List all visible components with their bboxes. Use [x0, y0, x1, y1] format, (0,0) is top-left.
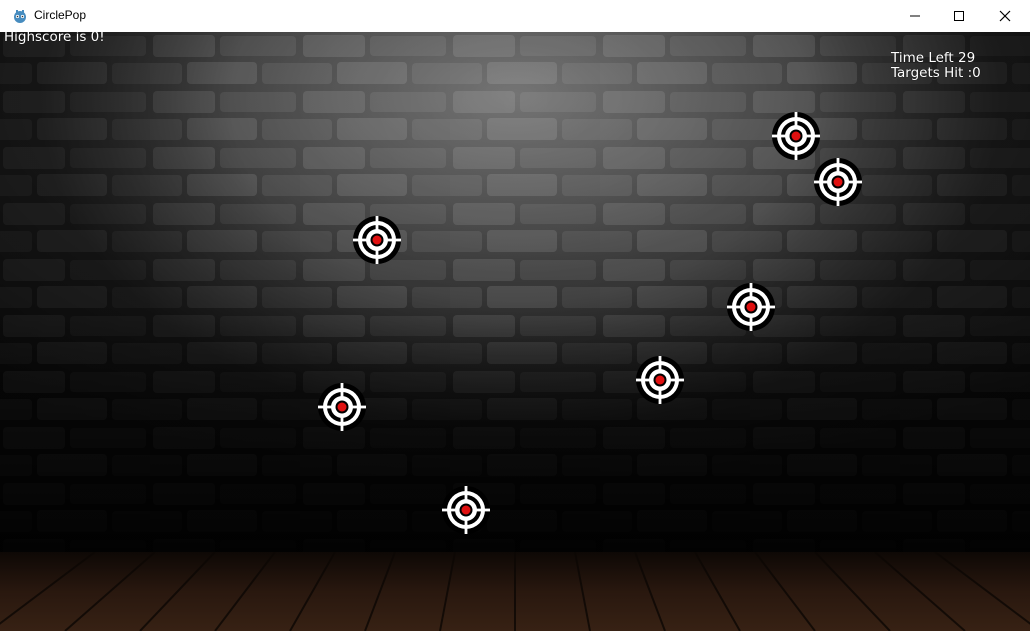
bullseye-target-icon — [772, 112, 820, 160]
targets-hit-label: Targets Hit :0 — [891, 65, 981, 81]
time-left-label: Time Left 29 — [891, 50, 976, 66]
game-window: CirclePop Highscore is 0! Time Left 29 T… — [0, 0, 1030, 631]
target-1[interactable] — [771, 111, 821, 161]
target-4[interactable] — [726, 282, 776, 332]
godot-icon — [12, 8, 28, 24]
target-7[interactable] — [441, 485, 491, 535]
bullseye-target-icon — [318, 383, 366, 431]
close-icon — [999, 10, 1011, 22]
bullseye-target-icon — [353, 216, 401, 264]
target-6[interactable] — [317, 382, 367, 432]
target-3[interactable] — [352, 215, 402, 265]
target-5[interactable] — [635, 355, 685, 405]
bullseye-target-icon — [636, 356, 684, 404]
bullseye-target-icon — [814, 158, 862, 206]
title-bar[interactable]: CirclePop — [0, 0, 1030, 33]
stone-wall-background — [0, 32, 1030, 552]
highscore-label: Highscore is 0! — [4, 32, 105, 45]
minimize-button[interactable] — [892, 0, 938, 32]
minimize-icon — [910, 15, 920, 17]
game-viewport[interactable]: Highscore is 0! Time Left 29 Targets Hit… — [0, 32, 1030, 631]
window-title: CirclePop — [34, 8, 87, 22]
target-2[interactable] — [813, 157, 863, 207]
maximize-button[interactable] — [936, 0, 982, 32]
maximize-icon — [954, 11, 964, 21]
bullseye-target-icon — [442, 486, 490, 534]
wooden-floor — [0, 552, 1030, 631]
bullseye-target-icon — [727, 283, 775, 331]
close-button[interactable] — [982, 0, 1028, 32]
